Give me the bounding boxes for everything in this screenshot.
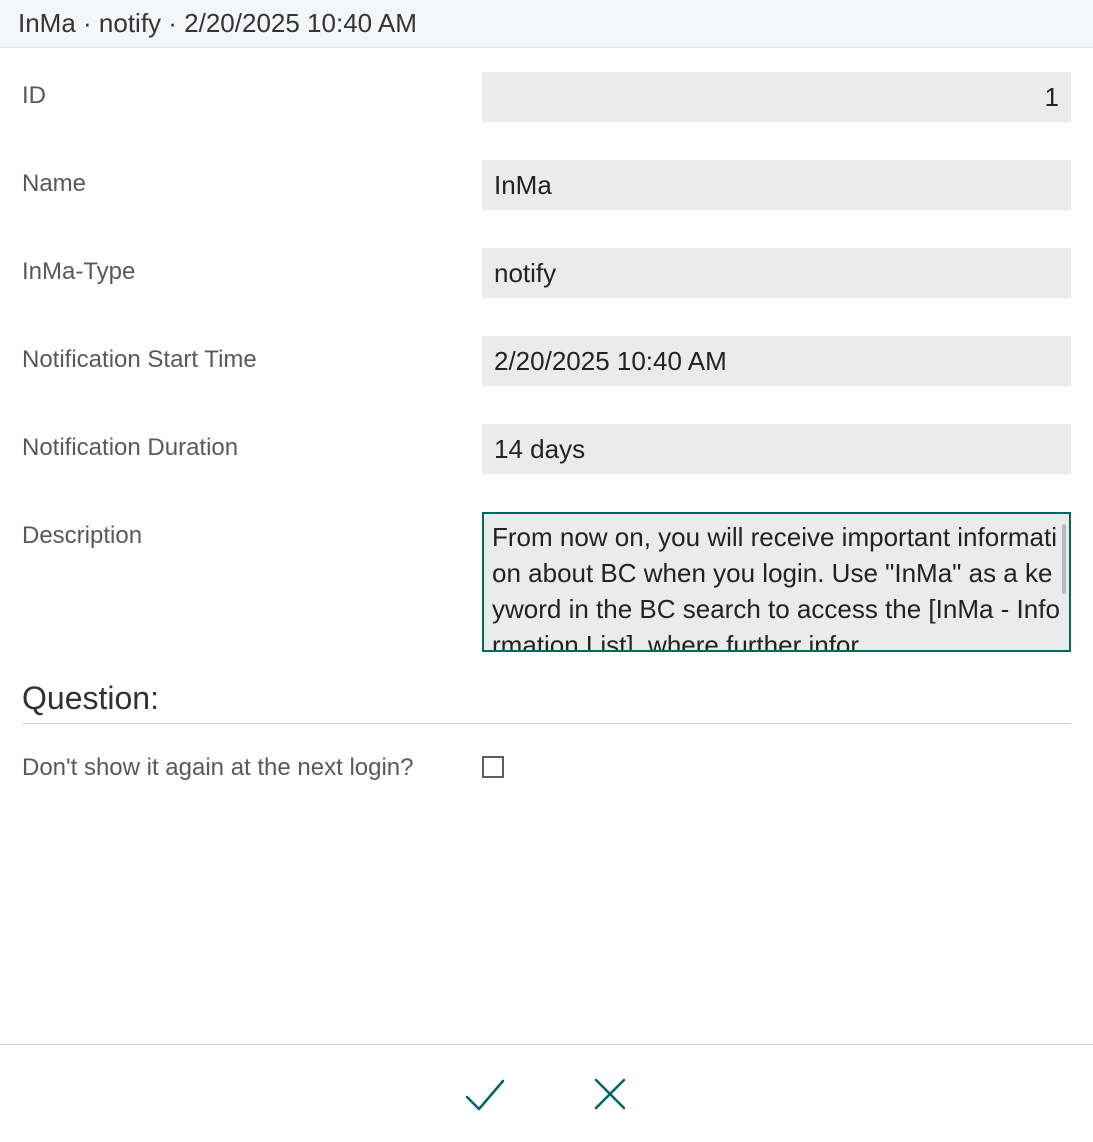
title-text: InMa · notify · 2/20/2025 10:40 AM (18, 8, 417, 39)
row-duration: Notification Duration 14 days (22, 424, 1071, 474)
check-icon (461, 1071, 507, 1117)
row-dont-show: Don't show it again at the next login? (22, 750, 1071, 783)
label-name: Name (22, 160, 482, 198)
section-title-question: Question: (22, 680, 1071, 717)
dialog-footer (0, 1044, 1093, 1142)
form-content: ID 1 Name InMa InMa-Type notify Notifica… (0, 48, 1093, 783)
field-duration[interactable]: 14 days (482, 424, 1071, 474)
field-description[interactable]: From now on, you will receive important … (482, 512, 1071, 652)
value-id: 1 (1045, 82, 1059, 113)
title-bar: InMa · notify · 2/20/2025 10:40 AM (0, 0, 1093, 48)
label-dont-show: Don't show it again at the next login? (22, 750, 482, 782)
section-separator (22, 723, 1071, 724)
row-description: Description From now on, you will receiv… (22, 512, 1071, 652)
label-description: Description (22, 512, 482, 550)
row-start-time: Notification Start Time 2/20/2025 10:40 … (22, 336, 1071, 386)
value-duration: 14 days (494, 434, 585, 465)
label-type: InMa-Type (22, 248, 482, 286)
cancel-button[interactable] (587, 1071, 633, 1117)
value-description: From now on, you will receive important … (492, 520, 1061, 652)
field-id[interactable]: 1 (482, 72, 1071, 122)
field-type[interactable]: notify (482, 248, 1071, 298)
checkbox-dont-show[interactable] (482, 756, 504, 778)
label-start-time: Notification Start Time (22, 336, 482, 374)
value-type: notify (494, 258, 556, 289)
ok-button[interactable] (461, 1071, 507, 1117)
value-name: InMa (494, 170, 552, 201)
value-start-time: 2/20/2025 10:40 AM (494, 346, 727, 377)
label-id: ID (22, 72, 482, 110)
field-name[interactable]: InMa (482, 160, 1071, 210)
row-type: InMa-Type notify (22, 248, 1071, 298)
field-start-time[interactable]: 2/20/2025 10:40 AM (482, 336, 1071, 386)
row-id: ID 1 (22, 72, 1071, 122)
close-icon (590, 1074, 630, 1114)
label-duration: Notification Duration (22, 424, 482, 462)
row-name: Name InMa (22, 160, 1071, 210)
